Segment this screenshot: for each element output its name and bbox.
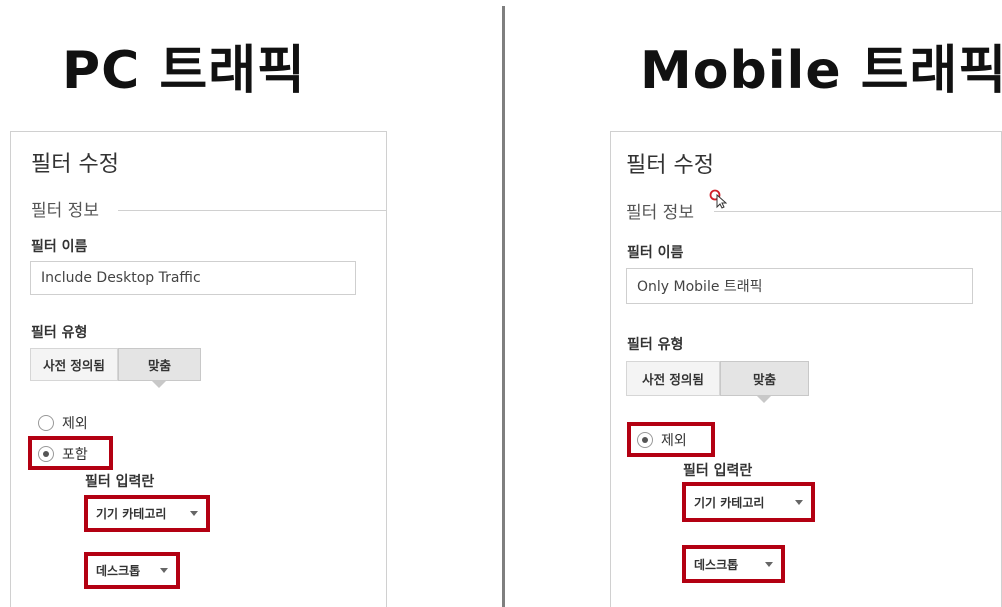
left-radio-exclude-label: 제외 (62, 416, 88, 432)
right-filter-name-value: Only Mobile 트래픽 (637, 279, 763, 295)
right-filter-field-label: 필터 입력란 (683, 463, 753, 479)
right-type-predefined-button[interactable]: 사전 정의됨 (626, 361, 720, 396)
center-divider (502, 6, 505, 607)
pc-traffic-heading: PC 트래픽 (62, 41, 306, 101)
right-type-custom-button[interactable]: 맞춤 (720, 361, 809, 396)
left-filter-name-input[interactable]: Include Desktop Traffic (30, 261, 356, 295)
right-filter-field-value: 기기 카테고리 (694, 495, 765, 510)
left-type-custom-button[interactable]: 맞춤 (118, 348, 201, 381)
chevron-down-icon (190, 511, 198, 516)
right-filter-info-title: 필터 정보 (626, 203, 694, 223)
right-radio-exclude[interactable]: 제외 (637, 430, 687, 450)
right-filter-value-dropdown[interactable]: 데스크톱 (682, 545, 785, 583)
right-section-divider (714, 211, 1002, 212)
right-filter-type-label: 필터 유형 (627, 337, 684, 353)
left-filter-type-toggle: 사전 정의됨 맞춤 (30, 348, 201, 381)
left-filter-name-value: Include Desktop Traffic (41, 270, 201, 286)
right-type-selected-caret (757, 396, 771, 403)
chevron-down-icon (160, 568, 168, 573)
right-radio-exclude-label: 제외 (661, 433, 687, 449)
right-filter-value-value: 데스크톱 (694, 557, 739, 572)
left-radio-include-label: 포함 (62, 447, 88, 463)
right-filter-name-label: 필터 이름 (627, 245, 684, 261)
mouse-cursor-icon (709, 189, 727, 209)
left-filter-value-value: 데스크톱 (96, 564, 141, 578)
left-filter-type-label: 필터 유형 (31, 325, 88, 341)
mobile-traffic-heading: Mobile 트래픽 (640, 41, 1002, 101)
left-type-predefined-button[interactable]: 사전 정의됨 (30, 348, 118, 381)
right-filter-type-toggle: 사전 정의됨 맞춤 (626, 361, 809, 396)
right-filter-field-dropdown[interactable]: 기기 카테고리 (682, 482, 815, 522)
left-section-divider (118, 210, 386, 211)
left-filter-field-label: 필터 입력란 (85, 474, 155, 490)
right-edit-filter-title: 필터 수정 (626, 153, 714, 178)
radio-icon (637, 432, 653, 448)
left-type-selected-caret (152, 381, 166, 388)
left-filter-field-value: 기기 카테고리 (96, 507, 167, 521)
chevron-down-icon (795, 499, 803, 505)
left-radio-include[interactable]: 포함 (38, 444, 88, 464)
left-filter-name-label: 필터 이름 (31, 239, 88, 255)
left-radio-exclude[interactable]: 제외 (38, 413, 88, 433)
radio-icon (38, 415, 54, 431)
left-filter-info-title: 필터 정보 (31, 201, 99, 221)
left-edit-filter-title: 필터 수정 (31, 152, 119, 177)
left-filter-value-dropdown[interactable]: 데스크톱 (84, 552, 180, 589)
radio-icon (38, 446, 54, 462)
right-filter-name-input[interactable]: Only Mobile 트래픽 (626, 268, 973, 304)
chevron-down-icon (765, 561, 773, 567)
left-filter-field-dropdown[interactable]: 기기 카테고리 (84, 495, 210, 532)
